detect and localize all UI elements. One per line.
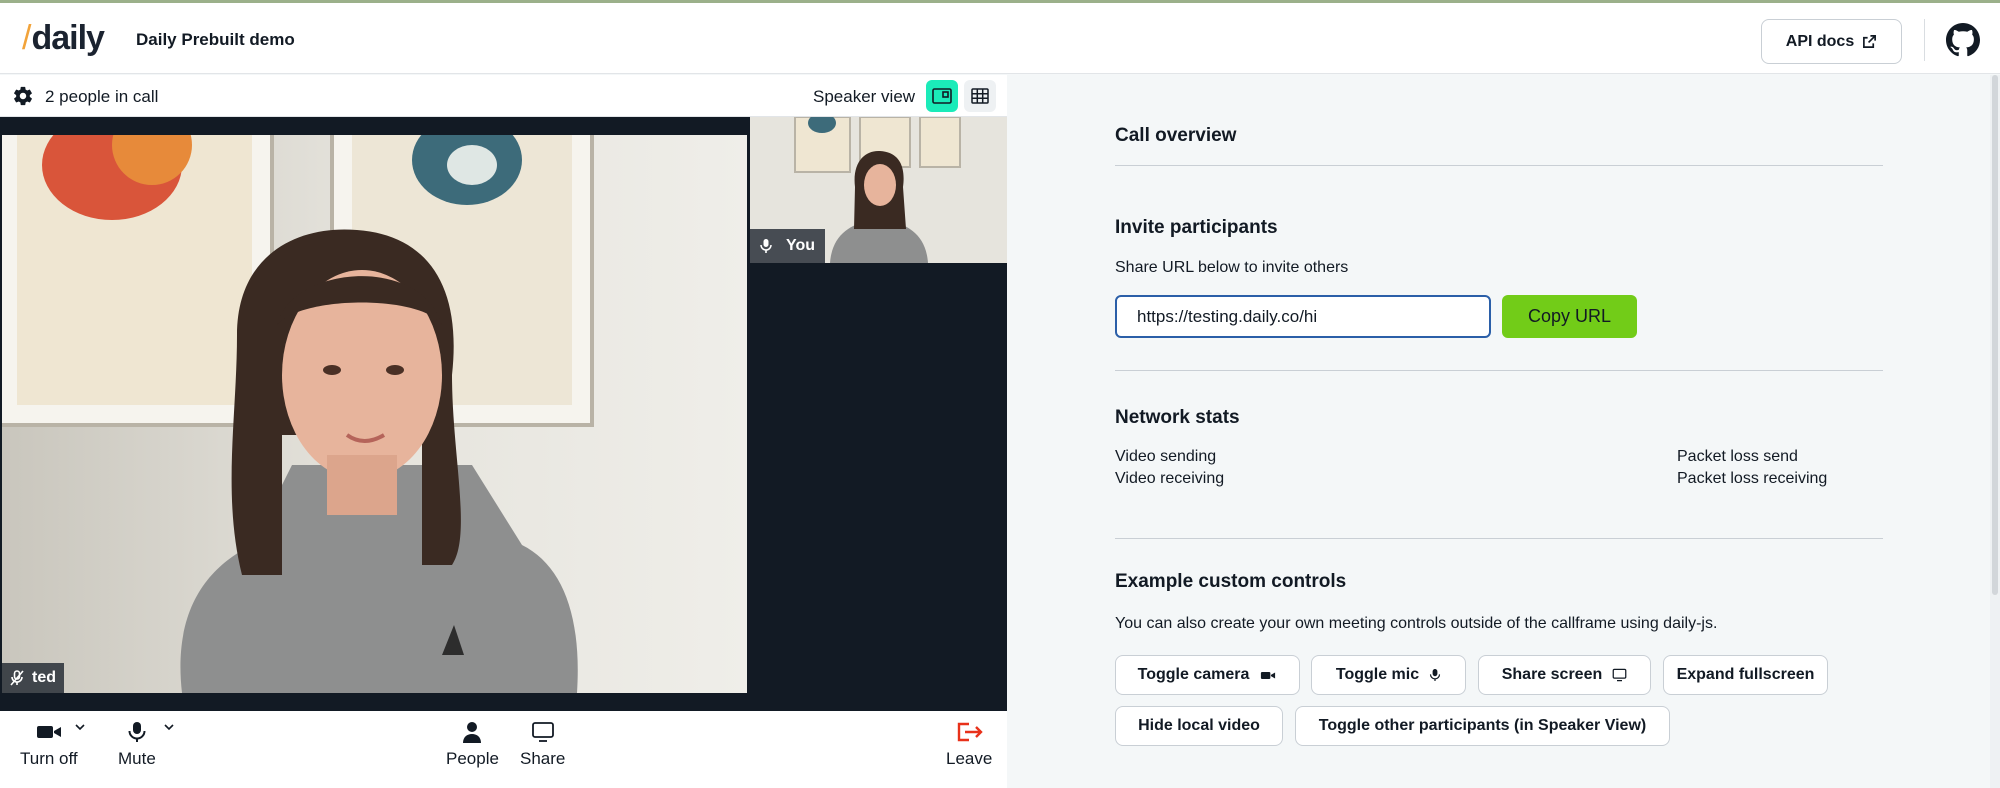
divider bbox=[1115, 538, 1883, 539]
call-header: 2 people in call Speaker view bbox=[0, 75, 1007, 117]
local-participant-name-tag: You bbox=[750, 229, 826, 263]
toggle-mic-button[interactable]: Toggle mic bbox=[1311, 655, 1466, 695]
microphone-icon bbox=[760, 239, 772, 253]
main-participant-name-tag: ted bbox=[2, 663, 64, 693]
logo-text: daily bbox=[31, 19, 104, 57]
camera-options-chevron-icon[interactable] bbox=[75, 723, 85, 731]
panel-scrollbar[interactable] bbox=[1990, 75, 2000, 788]
people-button-label: People bbox=[446, 749, 499, 768]
local-participant-name: You bbox=[786, 237, 816, 254]
external-link-icon bbox=[1863, 35, 1877, 48]
main-participant-name: ted bbox=[32, 669, 56, 686]
share-button-label: Share bbox=[520, 749, 566, 768]
gear-icon[interactable] bbox=[12, 85, 34, 107]
call-overview-title: Call overview bbox=[1115, 125, 1237, 146]
mic-button-label: Mute bbox=[118, 749, 156, 768]
leave-button[interactable]: Leave bbox=[946, 721, 992, 769]
video-receiving-label: Video receiving bbox=[1115, 470, 1225, 487]
custom-controls-title: Example custom controls bbox=[1115, 571, 1347, 592]
api-docs-label: API docs bbox=[1785, 32, 1855, 50]
participant-video-frame bbox=[2, 135, 747, 693]
people-count: 2 people in call bbox=[45, 87, 159, 106]
call-frame: 2 people in call Speaker view ted You Tu… bbox=[0, 75, 1007, 788]
invite-description: Share URL below to invite others bbox=[1115, 259, 1349, 276]
camera-icon bbox=[36, 726, 61, 738]
camera-icon bbox=[1261, 671, 1276, 679]
grid-view-button[interactable] bbox=[964, 80, 996, 112]
github-icon[interactable] bbox=[1946, 23, 1980, 57]
leave-button-label: Leave bbox=[946, 749, 993, 768]
people-button[interactable]: People bbox=[446, 721, 499, 769]
view-mode-label: Speaker view bbox=[813, 87, 916, 106]
toggle-other-participants-label: Toggle other participants (in Speaker Vi… bbox=[1318, 717, 1647, 734]
invite-url-input[interactable] bbox=[1115, 295, 1491, 338]
video-sending-label: Video sending bbox=[1115, 448, 1217, 465]
screen-icon bbox=[1612, 668, 1627, 682]
share-button[interactable]: Share bbox=[520, 721, 565, 769]
person-icon bbox=[463, 722, 482, 743]
mic-options-chevron-icon[interactable] bbox=[164, 723, 174, 731]
share-screen-label: Share screen bbox=[1501, 666, 1603, 683]
share-screen-button[interactable]: Share screen bbox=[1478, 655, 1651, 695]
toggle-mic-label: Toggle mic bbox=[1335, 666, 1420, 683]
divider bbox=[1115, 165, 1883, 166]
expand-fullscreen-button[interactable]: Expand fullscreen bbox=[1663, 655, 1828, 695]
packet-loss-receiving-label: Packet loss receiving bbox=[1677, 470, 1828, 487]
copy-url-button[interactable]: Copy URL bbox=[1502, 295, 1637, 338]
api-docs-button[interactable]: API docs bbox=[1761, 19, 1902, 64]
camera-button[interactable]: Turn off bbox=[20, 721, 78, 769]
call-tray: Turn off Mute People Share Leave bbox=[0, 711, 1007, 788]
header-divider bbox=[1924, 19, 1925, 61]
panel-scrollbar-thumb[interactable] bbox=[1992, 75, 1998, 595]
camera-button-label: Turn off bbox=[20, 749, 78, 768]
app-title: Daily Prebuilt demo bbox=[136, 30, 295, 49]
grid-view-icon bbox=[971, 88, 989, 104]
screen-share-icon bbox=[531, 722, 554, 742]
invite-title: Invite participants bbox=[1115, 217, 1278, 238]
speaker-view-icon bbox=[932, 88, 952, 104]
expand-fullscreen-label: Expand fullscreen bbox=[1676, 666, 1815, 683]
microphone-icon bbox=[128, 722, 146, 742]
leave-icon bbox=[957, 722, 983, 742]
custom-controls-description: You can also create your own meeting con… bbox=[1115, 615, 1718, 632]
network-stats-title: Network stats bbox=[1115, 407, 1240, 428]
toggle-other-participants-button[interactable]: Toggle other participants (in Speaker Vi… bbox=[1295, 706, 1670, 746]
local-participant-video: You bbox=[750, 117, 1007, 263]
hide-local-video-button[interactable]: Hide local video bbox=[1115, 706, 1283, 746]
packet-loss-send-label: Packet loss send bbox=[1677, 448, 1798, 465]
mic-muted-icon bbox=[10, 670, 24, 686]
top-bar: /daily Daily Prebuilt demo API docs bbox=[0, 0, 2000, 74]
toggle-camera-button[interactable]: Toggle camera bbox=[1115, 655, 1300, 695]
speaker-view-button[interactable] bbox=[926, 80, 958, 112]
mic-button[interactable]: Mute bbox=[118, 721, 156, 769]
microphone-icon bbox=[1430, 669, 1441, 681]
main-participant-video: ted bbox=[2, 135, 747, 693]
toggle-camera-label: Toggle camera bbox=[1137, 666, 1250, 683]
daily-logo[interactable]: /daily bbox=[22, 19, 105, 58]
hide-local-video-label: Hide local video bbox=[1138, 717, 1260, 734]
divider bbox=[1115, 370, 1883, 371]
info-panel: Call overview Invite participants Share … bbox=[1008, 75, 2000, 788]
